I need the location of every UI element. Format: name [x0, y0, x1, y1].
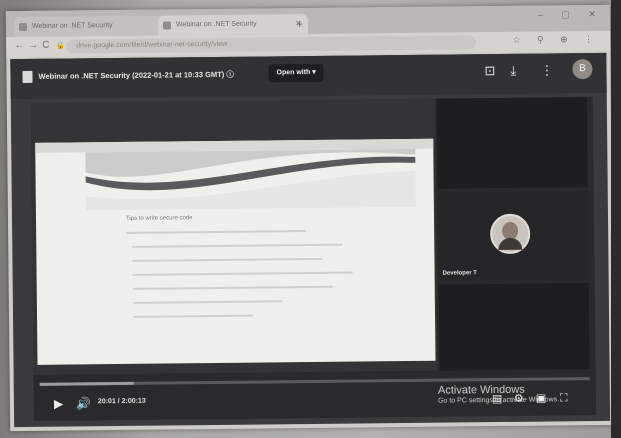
slide-wave-graphic: [85, 148, 416, 211]
slide-text-line: [132, 285, 333, 290]
download-icon[interactable]: ⤓: [510, 63, 516, 78]
more-vert-icon[interactable]: ⋮: [540, 62, 553, 77]
slide-text-line: [132, 300, 283, 304]
shared-screen: Tips to write secure code: [30, 98, 438, 375]
open-with-button[interactable]: Open with ▾: [268, 63, 324, 83]
fullscreen-icon[interactable]: ⛶: [560, 391, 568, 405]
slide-text-line: [132, 257, 323, 262]
play-icon[interactable]: ▶: [54, 397, 63, 411]
participant-name: Developer T: [442, 270, 477, 277]
player-header: Webinar on .NET Security (2022-01-21 at …: [10, 52, 607, 100]
video-player-app: Webinar on .NET Security (2022-01-21 at …: [10, 52, 611, 428]
back-icon[interactable]: ←: [14, 40, 24, 51]
slide-text-line: [132, 243, 343, 248]
monitor-bezel: [611, 0, 621, 438]
participant-panel: Developer T: [436, 97, 596, 371]
comment-icon[interactable]: ⊡: [484, 63, 495, 78]
reload-icon[interactable]: C: [42, 40, 49, 51]
tab-label: Webinar on .NET Security: [31, 22, 113, 30]
watermark-title: Activate Windows: [437, 383, 525, 397]
participant-tile: [438, 283, 590, 371]
url-input[interactable]: drive.google.com/file/d/webinar-net-secu…: [66, 35, 477, 54]
slide-text-line: [132, 271, 353, 276]
presentation-slide: Tips to write secure code: [35, 138, 436, 365]
video-file-icon: [22, 70, 33, 84]
video-title: Webinar on .NET Security (2022-01-21 at …: [38, 69, 234, 81]
participant-tile-active: Developer T: [437, 191, 589, 281]
browser-tab-1[interactable]: Webinar on .NET Security ✕: [13, 15, 175, 38]
lock-icon: 🔒: [56, 42, 65, 50]
window-controls[interactable]: – ▢ ✕: [538, 9, 604, 21]
volume-icon[interactable]: 🔊: [76, 396, 91, 410]
progress-fill: [39, 381, 134, 386]
slide-text-line: [133, 314, 254, 318]
windows-activation-watermark: Activate Windows Go to PC settings to ac…: [437, 383, 560, 405]
watermark-subtitle: Go to PC settings to activate Windows.: [438, 396, 560, 405]
tab-label: Webinar on .NET Security: [175, 20, 257, 29]
tab-favicon-icon: [162, 21, 172, 30]
forward-icon[interactable]: →: [28, 40, 38, 51]
new-tab-button[interactable]: +: [296, 17, 303, 31]
avatar[interactable]: B: [572, 59, 593, 80]
participant-avatar: [489, 213, 531, 255]
slide-heading: Tips to write secure code: [125, 215, 193, 222]
slide-text-line: [126, 230, 307, 234]
tab-favicon-icon: [18, 22, 28, 32]
browser-tab-2[interactable]: Webinar on .NET Security ✕: [157, 14, 309, 36]
participant-tile: [436, 97, 588, 189]
time-display: 20:01 / 2:00:13: [97, 397, 146, 406]
extension-icons[interactable]: ☆ ⚲ ⊕ ⋮: [512, 34, 600, 46]
monitor-screen: Webinar on .NET Security ✕ Webinar on .N…: [5, 4, 615, 432]
video-frame[interactable]: Tips to write secure code Developer T ▶ …: [30, 97, 597, 421]
